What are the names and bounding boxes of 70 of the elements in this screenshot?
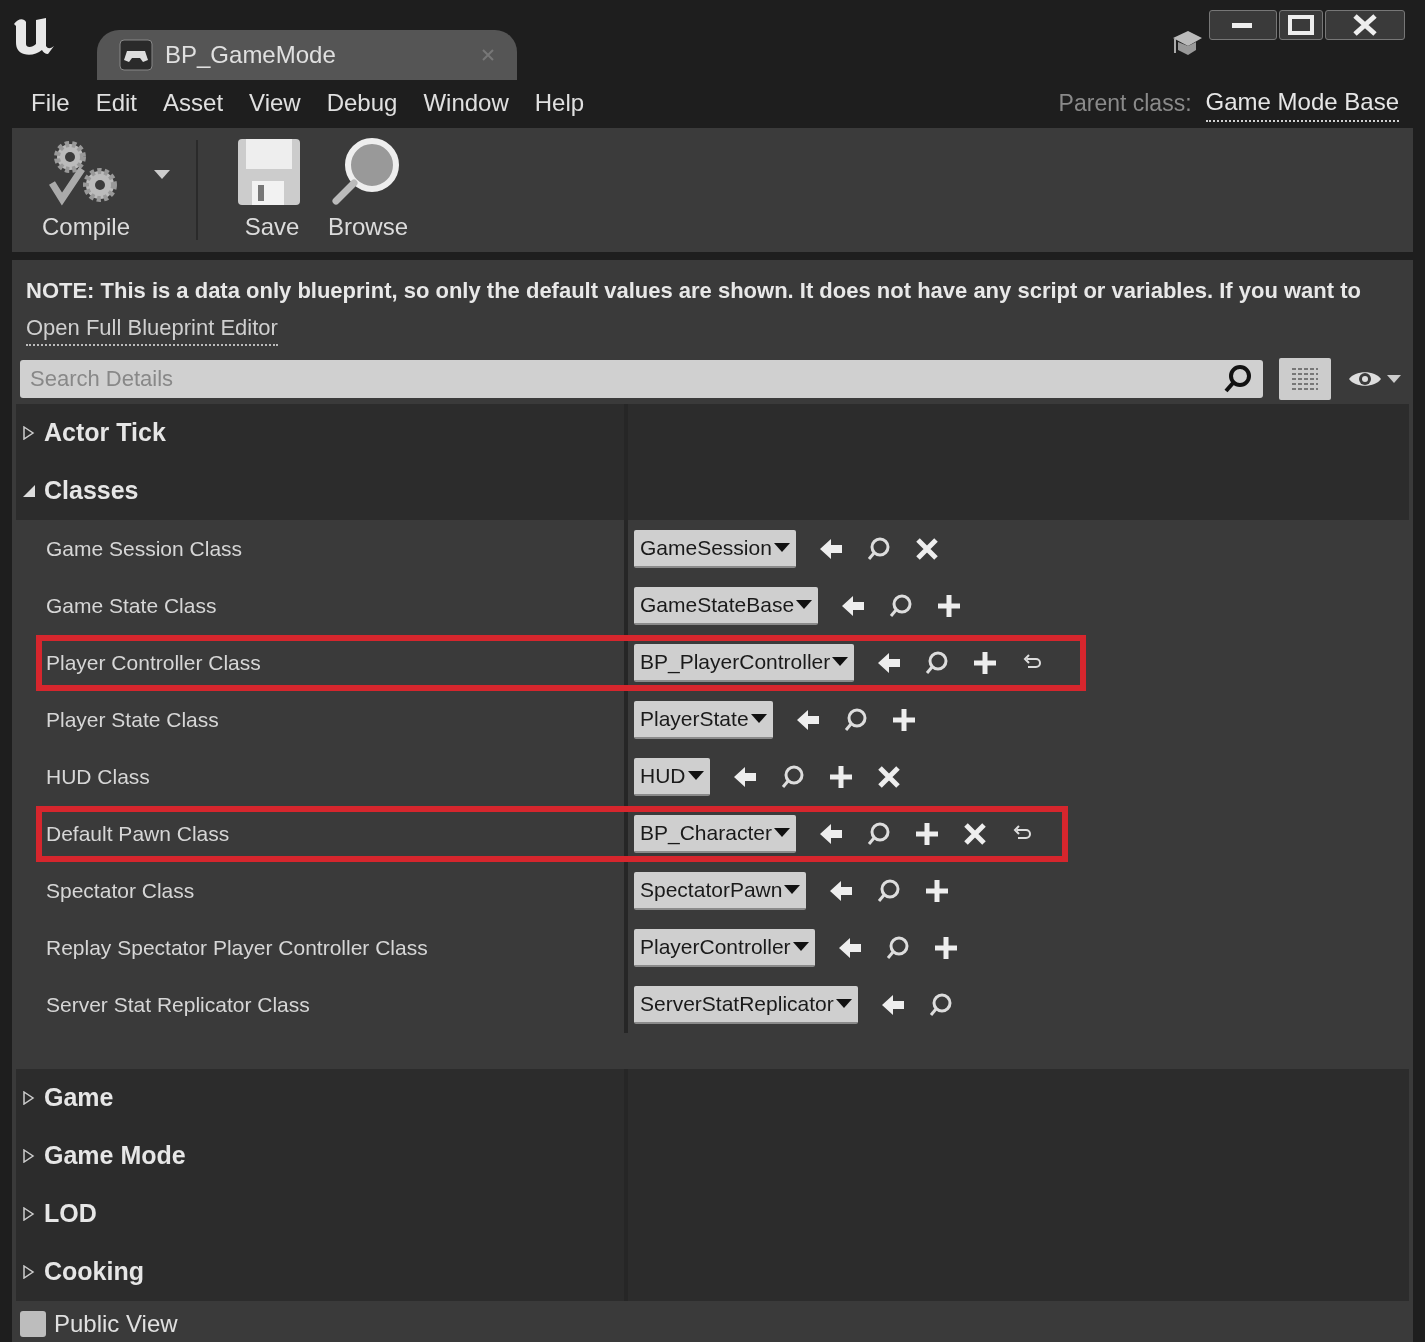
category-header[interactable]: LOD	[16, 1185, 624, 1243]
category-header[interactable]: Game	[16, 1069, 624, 1127]
property-label: Player State Class	[46, 706, 219, 733]
tab-title: BP_GameMode	[165, 40, 337, 70]
class-dropdown[interactable]: PlayerState	[634, 700, 773, 739]
property-label: Player Controller Class	[46, 649, 261, 676]
collapsed-arrow-icon	[22, 1149, 36, 1163]
caret-icon	[773, 542, 790, 553]
property-label: Server Stat Replicator Class	[46, 991, 310, 1018]
caret-icon	[832, 656, 849, 667]
toolbar-button[interactable]: Save	[224, 135, 320, 245]
minimize-button[interactable]	[1209, 10, 1277, 40]
maximize-icon	[1288, 15, 1314, 35]
toolbar-button[interactable]: Compile	[26, 135, 170, 245]
collapsed-arrow-icon	[22, 426, 36, 440]
note-text: NOTE: This is a data only blueprint, so only the default values are shown. It does not have any script or variables. If you want to	[26, 277, 1362, 305]
caret-icon	[792, 941, 809, 952]
category-header[interactable]: Actor Tick	[16, 404, 624, 462]
expanded-arrow-icon	[22, 484, 36, 498]
property-label: HUD Class	[46, 763, 150, 790]
parent-class-link[interactable]: Game Mode Base	[1205, 84, 1399, 122]
class-dropdown[interactable]: GameStateBase	[634, 586, 819, 625]
menu-item[interactable]: Debug	[313, 85, 411, 121]
gamepad-icon	[119, 39, 153, 71]
collapsed-arrow-icon	[22, 1265, 36, 1279]
close-button[interactable]	[1325, 10, 1405, 40]
caret-icon	[750, 713, 767, 724]
toolbar-button[interactable]: Browse	[320, 135, 416, 245]
caret-icon	[796, 599, 813, 610]
class-dropdown[interactable]: PlayerController	[634, 928, 815, 967]
menu-item[interactable]: Edit	[82, 85, 151, 121]
property-label: Replay Spectator Player Controller Class	[46, 934, 428, 961]
class-dropdown[interactable]: ServerStatReplicator	[634, 985, 858, 1024]
class-dropdown[interactable]: BP_PlayerController	[634, 643, 855, 682]
document-tab[interactable]: BP_GameMode	[97, 30, 517, 80]
menu-item[interactable]: Help	[521, 85, 598, 121]
checkbox[interactable]	[20, 1311, 46, 1337]
category-header[interactable]: Cooking	[16, 1243, 624, 1301]
category-header[interactable]: Game Mode	[16, 1127, 624, 1185]
menu-item[interactable]: View	[236, 85, 314, 121]
caret-icon	[687, 770, 704, 781]
caret-icon	[773, 827, 790, 838]
property-label: Default Pawn Class	[46, 820, 230, 847]
open-editor-link[interactable]: Open Full Blueprint Editor	[26, 311, 278, 346]
collapsed-arrow-icon	[22, 1091, 36, 1105]
minimize-icon	[1232, 21, 1254, 29]
search-icon	[1223, 364, 1253, 394]
dropdown-caret-icon	[154, 170, 170, 180]
caret-icon	[784, 884, 801, 895]
menu-item[interactable]: Window	[410, 85, 522, 121]
property-label: Game Session Class	[46, 535, 243, 562]
class-dropdown[interactable]: HUD	[634, 757, 710, 796]
class-dropdown[interactable]: SpectatorPawn	[634, 871, 807, 910]
class-dropdown[interactable]: GameSession	[634, 529, 796, 568]
property-label: Spectator Class	[46, 877, 195, 904]
view-options-button[interactable]	[1279, 358, 1331, 400]
maximize-button[interactable]	[1279, 10, 1323, 40]
caret-icon	[835, 998, 852, 1009]
caret-icon	[1387, 374, 1401, 384]
search-field[interactable]: Search Details	[20, 360, 1263, 398]
parent-class-label: Parent class:	[1058, 88, 1192, 118]
property-label: Game State Class	[46, 592, 217, 619]
collapsed-arrow-icon	[22, 1207, 36, 1221]
category-header[interactable]: Classes	[16, 462, 624, 520]
list-icon	[1290, 366, 1320, 392]
class-dropdown[interactable]: BP_Character	[634, 814, 796, 853]
menu-item[interactable]: Asset	[150, 85, 237, 121]
menu-item[interactable]: File	[18, 85, 83, 121]
close-icon	[1353, 14, 1377, 36]
checkbox-label: Public View	[54, 1309, 178, 1339]
